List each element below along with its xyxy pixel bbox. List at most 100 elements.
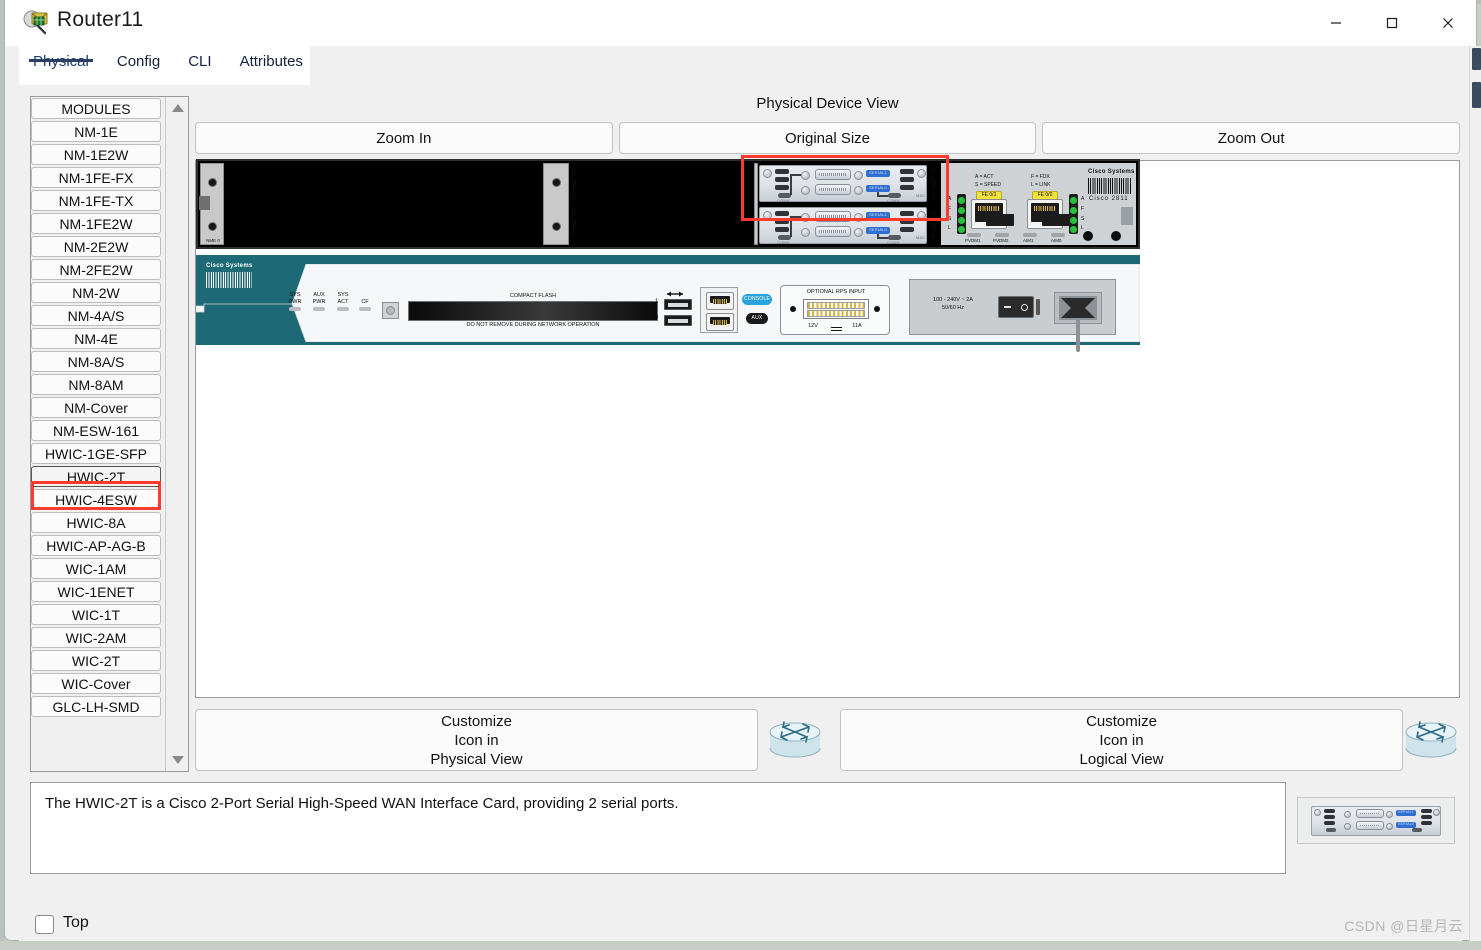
tab-attributes[interactable]: Attributes	[226, 46, 317, 70]
device-canvas[interactable]: NME 0 SLOT3 SLOT1 CONN SERIAL1 SERIAL0 C…	[195, 155, 1460, 698]
console-rj45-port[interactable]	[706, 292, 734, 310]
module-list-item[interactable]: HWIC-2T	[31, 466, 161, 487]
usb-port-0[interactable]	[664, 315, 692, 326]
window-controls	[1308, 0, 1476, 46]
serial-port-0[interactable]	[815, 184, 851, 195]
module-list-item[interactable]: HWIC-1GE-SFP	[31, 443, 161, 464]
module-list-item[interactable]: NM-2FE2W	[31, 259, 161, 280]
scroll-up-button[interactable]	[166, 99, 189, 117]
sys-pwr-led	[289, 307, 301, 311]
module-description-box: The HWIC-2T is a Cisco 2-Port Serial Hig…	[30, 782, 1286, 874]
module-list-item[interactable]: HWIC-4ESW	[31, 489, 161, 510]
module-list-item[interactable]: NM-1E	[31, 121, 161, 142]
led-act	[958, 197, 965, 204]
module-list-item[interactable]: WIC-1ENET	[31, 581, 161, 602]
module-list-item[interactable]: MODULES	[31, 98, 161, 119]
module-list-item[interactable]: WIC-1T	[31, 604, 161, 625]
chassis-notch	[1121, 207, 1133, 225]
pvdm2-slot	[995, 233, 1009, 237]
scrollbar-thumb[interactable]	[1472, 48, 1481, 70]
card-vent	[900, 169, 914, 174]
module-list-item[interactable]: NM-1FE-TX	[31, 190, 161, 211]
module-list-item[interactable]: NM-ESW-161	[31, 420, 161, 441]
module-list-item[interactable]: NM-2E2W	[31, 236, 161, 257]
module-list-item[interactable]: NM-8AM	[31, 374, 161, 395]
nme0-bay[interactable]	[225, 163, 541, 245]
compact-flash-slot[interactable]	[408, 301, 658, 321]
original-size-button[interactable]: Original Size	[618, 122, 1037, 154]
router-device-icon	[23, 10, 48, 35]
module-list-item[interactable]: NM-1E2W	[31, 144, 161, 165]
module-list-item[interactable]: NM-1FE2W	[31, 213, 161, 234]
customize-icon-logical-view-button[interactable]: Customize Icon in Logical View	[840, 709, 1403, 771]
rps-screw	[790, 306, 796, 312]
rj45-latch	[985, 214, 1014, 226]
led-fdx	[1070, 207, 1077, 214]
module-list-item[interactable]: WIC-1AM	[31, 558, 161, 579]
power-rating-line-2: 50/60 Hz	[941, 305, 964, 311]
maximize-icon	[1386, 17, 1398, 29]
hwic-2t-card-slot0[interactable]: CONN SERIAL1 SERIAL0 CONN MAC	[759, 207, 927, 245]
module-list-item[interactable]: WIC-2T	[31, 650, 161, 671]
module-list-item[interactable]: NM-1FE-FX	[31, 167, 161, 188]
module-list-item[interactable]: NM-4E	[31, 328, 161, 349]
power-switch[interactable]	[998, 296, 1034, 318]
module-list-item[interactable]: NM-Cover	[31, 397, 161, 418]
original-size-label: Original Size	[784, 129, 871, 147]
aux-pwr-led	[313, 307, 325, 311]
modules-scrollbar[interactable]	[165, 97, 188, 771]
cf-led	[359, 307, 371, 311]
tab-cli[interactable]: CLI	[174, 46, 225, 70]
hwic-2t-card-slot2[interactable]: CONN SERIAL1 SERIAL0 CONN MAC	[759, 165, 927, 203]
serial-port-1[interactable]	[815, 169, 851, 180]
module-list-item[interactable]: NM-4A/S	[31, 305, 161, 326]
customize-icon-physical-view-button[interactable]: Customize Icon in Physical View	[195, 709, 758, 771]
router-rear-panel: NME 0 SLOT3 SLOT1 CONN SERIAL1 SERIAL0 C…	[196, 159, 1140, 249]
model-label: Cisco 2811	[1089, 196, 1129, 202]
module-list-item[interactable]: GLC-LH-SMD	[31, 696, 161, 717]
fe-0-1-rj45-port[interactable]	[971, 199, 1014, 229]
zoom-in-button[interactable]: Zoom In	[195, 122, 613, 154]
maximize-button[interactable]	[1364, 0, 1420, 46]
module-list-item[interactable]: HWIC-8A	[31, 512, 161, 533]
router-icon-physical[interactable]	[767, 716, 823, 764]
scroll-down-button[interactable]	[166, 751, 189, 769]
cisco-bridge-logo-icon	[1088, 178, 1132, 194]
trace	[790, 174, 792, 195]
module-list-item[interactable]: HWIC-AP-AG-B	[31, 535, 161, 556]
aim1-slot	[1023, 233, 1037, 237]
slot1-bay[interactable]	[580, 206, 752, 244]
serial1-tag: SERIAL1	[1396, 809, 1416, 816]
thumbscrew-icon	[1344, 822, 1351, 830]
fe-0-0-rj45-port[interactable]	[1027, 199, 1070, 229]
router-icon-logical[interactable]	[1403, 716, 1459, 764]
tab-config[interactable]: Config	[103, 46, 174, 70]
card-vent	[775, 211, 789, 216]
serial-port-1[interactable]	[815, 211, 851, 222]
fe-legend-s: S = SPEED	[975, 182, 1001, 188]
module-list-item[interactable]: NM-8A/S	[31, 351, 161, 372]
module-list-item[interactable]: WIC-Cover	[31, 673, 161, 694]
tab-cli-label: CLI	[188, 53, 212, 70]
serial-port-0[interactable]	[815, 226, 851, 237]
usb-port-1[interactable]	[664, 299, 692, 310]
slot3-bay[interactable]	[580, 164, 752, 202]
zoom-out-button[interactable]: Zoom Out	[1042, 122, 1461, 154]
cf-eject-button[interactable]	[382, 302, 399, 319]
modules-list[interactable]: MODULES NM-1E NM-1E2W NM-1FE-FX NM-1FE-TX NM-…	[30, 97, 164, 771]
close-button[interactable]	[1420, 0, 1476, 46]
dc-symbol-icon	[831, 327, 842, 328]
aux-rj45-port[interactable]	[706, 313, 734, 331]
rps-connector[interactable]	[803, 299, 869, 319]
scrollbar-thumb-secondary[interactable]	[1472, 82, 1481, 108]
aim1-label: AIM1	[1023, 238, 1034, 243]
usb-0-label: 0	[655, 315, 659, 321]
rps-pin-row	[807, 310, 865, 317]
window-vertical-scrollbar[interactable]	[1469, 46, 1481, 941]
top-checkbox[interactable]	[35, 915, 54, 934]
module-list-item[interactable]: WIC-2AM	[31, 627, 161, 648]
module-list-item[interactable]: NM-2W	[31, 282, 161, 303]
minimize-button[interactable]	[1308, 0, 1364, 46]
customize-logical-line1: Customize	[1086, 712, 1157, 730]
tab-physical[interactable]: Physical	[19, 46, 103, 70]
